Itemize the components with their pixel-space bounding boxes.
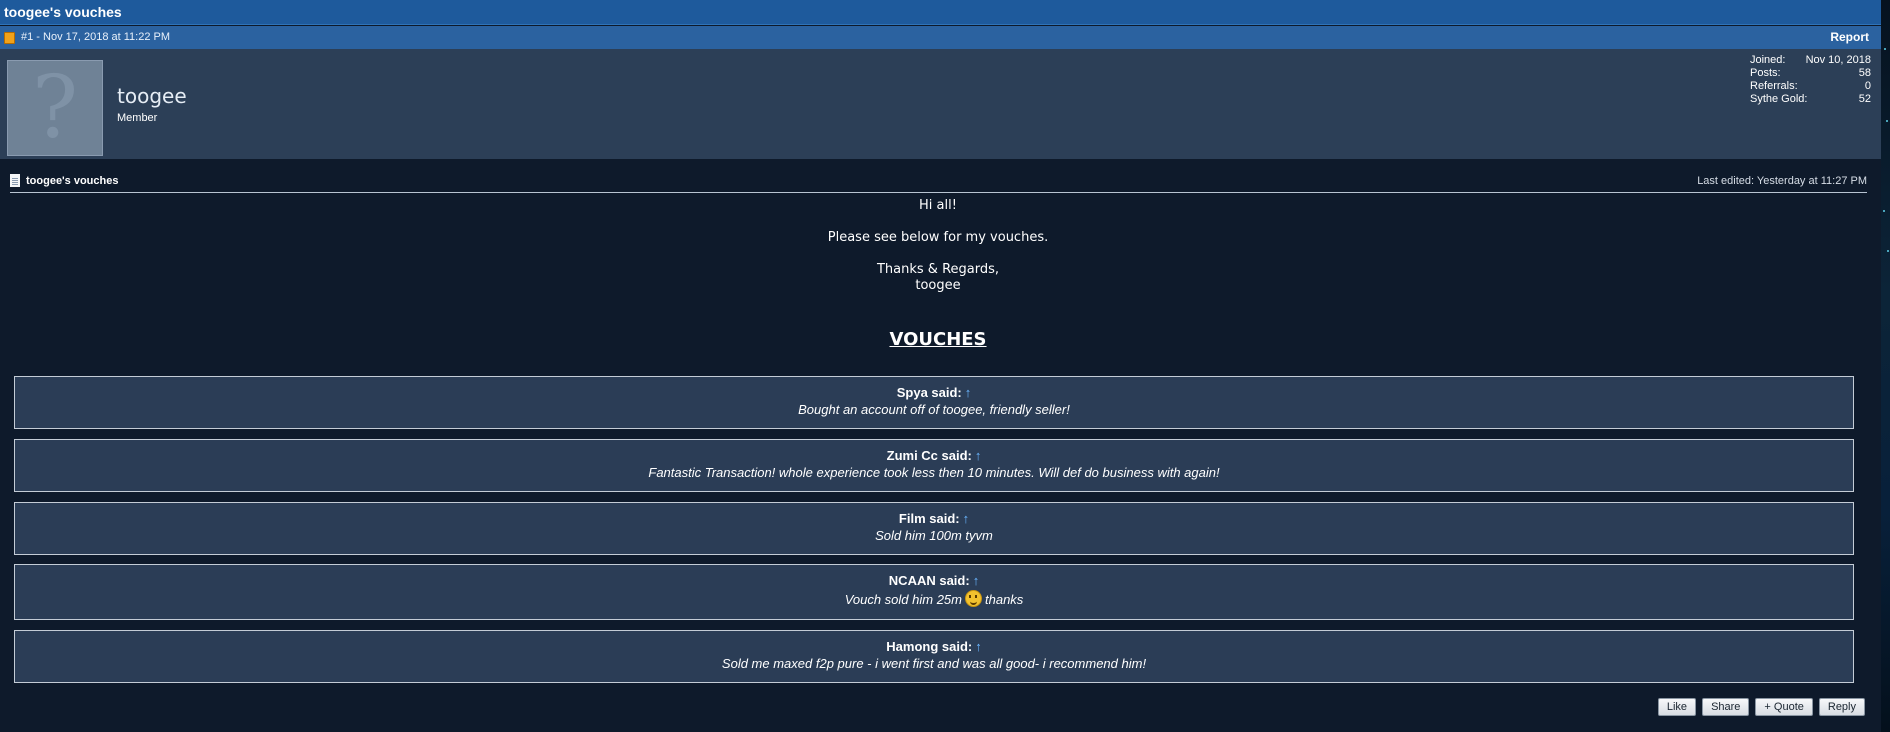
vouch-author: Film said: ↑ xyxy=(898,511,970,526)
vouch-author: Spya said: ↑ xyxy=(896,385,972,400)
vouch-author: Zumi Cc said: ↑ xyxy=(886,448,982,463)
vouch-text: Fantastic Transaction! whole experience … xyxy=(648,465,1220,480)
vouch-quote: NCAAN said: ↑ Vouch sold him 25m thanks xyxy=(14,564,1854,620)
vouches-heading: VOUCHES xyxy=(889,329,987,350)
signoff-line: Thanks & Regards, xyxy=(876,262,1000,277)
user-title: Member xyxy=(117,112,158,124)
vouch-quote: Hamong said: ↑ Sold me maxed f2p pure - i… xyxy=(14,630,1854,683)
stat-referrals: Referrals: 0 xyxy=(1750,80,1871,92)
thread-title: toogee's vouches xyxy=(0,0,1881,25)
share-button[interactable]: Share xyxy=(1702,698,1750,716)
jump-to-post-arrow-icon[interactable]: ↑ xyxy=(963,511,970,526)
jump-to-post-arrow-icon[interactable]: ↑ xyxy=(975,448,982,463)
vouch-text: Bought an account off of toogee, friendl… xyxy=(798,402,1070,417)
smiley-icon xyxy=(965,590,982,607)
post-info-bar: #1 - Nov 17, 2018 at 11:22 PM Report xyxy=(0,26,1881,49)
vouch-text: Vouch sold him 25m thanks xyxy=(844,590,1024,607)
signoff-name: toogee xyxy=(915,278,961,293)
stat-posts: Posts: 58 xyxy=(1750,67,1871,79)
report-link[interactable]: Report xyxy=(1830,26,1869,49)
message-content: toogee's vouches Last edited: Yesterday … xyxy=(0,159,1881,732)
vouch-quote: Zumi Cc said: ↑ Fantastic Transaction! wh… xyxy=(14,439,1854,492)
like-button[interactable]: Like xyxy=(1657,698,1697,716)
jump-to-post-arrow-icon[interactable]: ↑ xyxy=(975,639,982,654)
vouch-text: Sold me maxed f2p pure - i went first an… xyxy=(721,656,1147,671)
username[interactable]: toogee xyxy=(117,84,187,108)
post-number-date[interactable]: #1 - Nov 17, 2018 at 11:22 PM xyxy=(21,26,170,49)
post-actions: Like Share + Quote Reply xyxy=(1657,698,1865,716)
vouch-author: NCAAN said: ↑ xyxy=(888,573,980,588)
new-post-icon xyxy=(4,31,15,44)
stat-joined: Joined: Nov 10, 2018 xyxy=(1750,54,1871,66)
quote-button[interactable]: + Quote xyxy=(1755,698,1813,716)
document-icon xyxy=(10,174,20,187)
jump-to-post-arrow-icon[interactable]: ↑ xyxy=(965,385,972,400)
message-title: toogee's vouches xyxy=(26,174,119,187)
avatar-placeholder-icon: ? xyxy=(31,58,79,158)
vouch-quote: Spya said: ↑ Bought an account off of too… xyxy=(14,376,1854,429)
last-edited: Last edited: Yesterday at 11:27 PM xyxy=(1697,174,1867,187)
vouch-author: Hamong said: ↑ xyxy=(886,639,982,654)
vouch-text: Sold him 100m tyvm xyxy=(875,528,993,543)
avatar[interactable]: ? xyxy=(7,58,103,158)
user-stats: Joined: Nov 10, 2018 Posts: 58 Referrals: 0… xyxy=(1750,54,1871,106)
background-starfield-strip xyxy=(1881,0,1890,732)
user-info-block: ? toogee Member Joined: Nov 10, 2018 Post… xyxy=(0,49,1881,159)
jump-to-post-arrow-icon[interactable]: ↑ xyxy=(973,573,980,588)
stat-sythe-gold: Sythe Gold: 52 xyxy=(1750,93,1871,105)
message-body: Hi all! Please see below for my vouches.… xyxy=(0,198,1876,294)
message-header: toogee's vouches Last edited: Yesterday … xyxy=(10,169,1867,193)
intro-line: Please see below for my vouches. xyxy=(827,230,1049,245)
vouch-quote: Film said: ↑ Sold him 100m tyvm xyxy=(14,502,1854,555)
greeting: Hi all! xyxy=(919,198,957,213)
reply-button[interactable]: Reply xyxy=(1818,698,1865,716)
